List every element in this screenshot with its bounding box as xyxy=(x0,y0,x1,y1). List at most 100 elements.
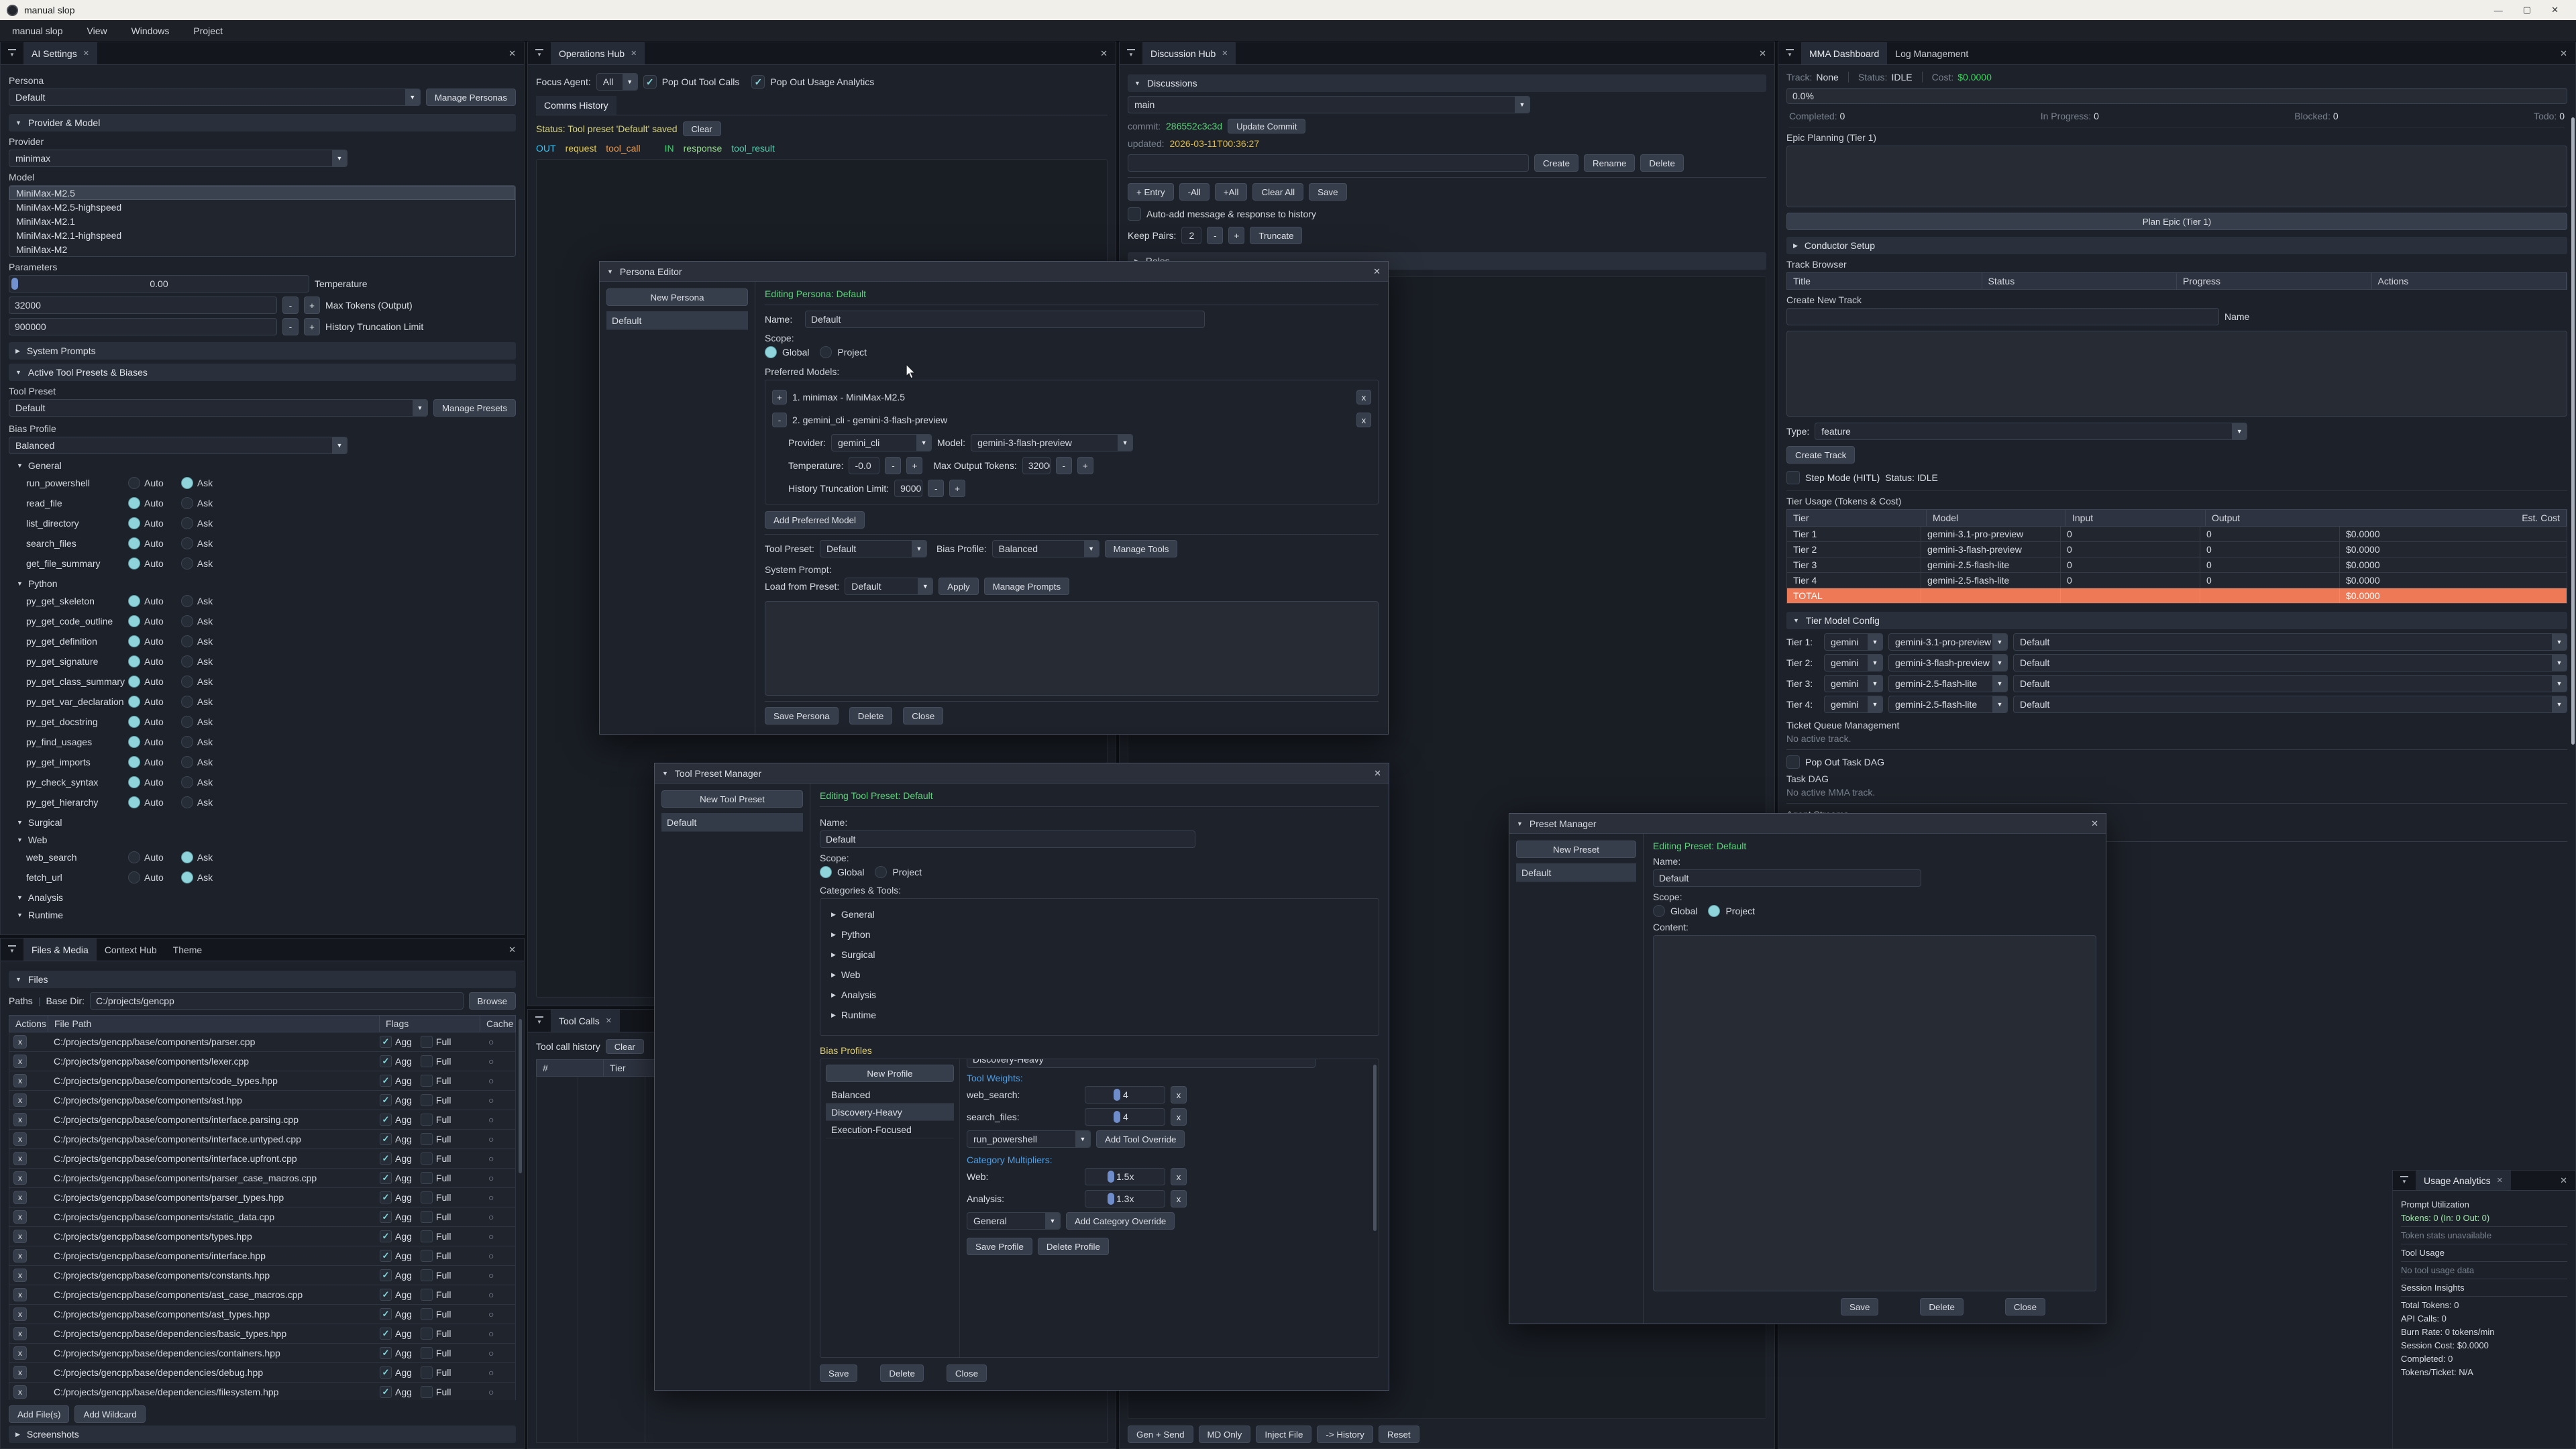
remove-weight-button[interactable]: x xyxy=(1171,1108,1187,1126)
auto-radio[interactable] xyxy=(128,696,140,708)
persona-editor-titlebar[interactable]: Persona Editor xyxy=(600,262,1388,282)
agg-checkbox[interactable] xyxy=(380,1347,392,1359)
slider-thumb[interactable] xyxy=(1108,1171,1114,1183)
tier-model-dropdown[interactable]: gemini-2.5-flash-lite xyxy=(1888,675,2008,692)
minimize-icon[interactable] xyxy=(2494,5,2503,15)
auto-radio[interactable] xyxy=(128,635,140,647)
menu-item[interactable]: View xyxy=(87,25,107,36)
tier-preset-dropdown[interactable]: Default xyxy=(2013,633,2567,651)
slider-thumb[interactable] xyxy=(1114,1111,1120,1123)
ask-radio[interactable] xyxy=(181,756,193,768)
agg-checkbox[interactable] xyxy=(380,1191,392,1203)
reorder-model-button[interactable]: + xyxy=(772,390,787,405)
auto-radio[interactable] xyxy=(128,557,140,570)
remove-model-button[interactable]: x xyxy=(1356,413,1371,427)
agg-checkbox[interactable] xyxy=(380,1152,392,1165)
pref-temperature-input[interactable]: -0.0 xyxy=(849,457,879,474)
remove-file-button[interactable]: x xyxy=(13,1366,27,1379)
add-preferred-model-button[interactable]: Add Preferred Model xyxy=(765,511,865,529)
auto-radio[interactable] xyxy=(128,595,140,607)
keep-pairs-input[interactable]: 2 xyxy=(1181,227,1201,244)
max-output-decrement-button[interactable]: - xyxy=(1056,457,1072,474)
discussion-action-button[interactable]: Gen + Send xyxy=(1128,1426,1193,1443)
truncate-button[interactable]: Truncate xyxy=(1250,227,1302,244)
close-panel-icon[interactable] xyxy=(1100,48,1108,59)
browse-button[interactable]: Browse xyxy=(469,992,516,1010)
ask-radio[interactable] xyxy=(181,776,193,788)
add-files-button[interactable]: Add File(s) xyxy=(9,1405,69,1423)
full-checkbox[interactable] xyxy=(421,1152,433,1165)
create-discussion-button[interactable]: Create xyxy=(1534,154,1578,172)
multiplier-slider[interactable]: 1.5x xyxy=(1085,1168,1165,1185)
plan-epic-button[interactable]: Plan Epic (Tier 1) xyxy=(1786,213,2567,230)
full-checkbox[interactable] xyxy=(421,1230,433,1242)
pref-model-dropdown[interactable]: gemini-3-flash-preview xyxy=(971,434,1133,451)
agg-checkbox[interactable] xyxy=(380,1133,392,1145)
active-tool-presets-section-header[interactable]: Active Tool Presets & Biases xyxy=(9,364,516,381)
remove-file-button[interactable]: x xyxy=(13,1307,27,1321)
bias-box-scrollbar[interactable] xyxy=(1373,1065,1377,1231)
history-decrement-button[interactable]: - xyxy=(928,480,944,497)
tool-group-header[interactable]: General xyxy=(9,458,516,473)
temp-decrement-button[interactable]: - xyxy=(885,457,901,474)
discussion-select-dropdown[interactable]: main xyxy=(1128,96,1530,113)
ask-radio[interactable] xyxy=(181,595,193,607)
ask-radio[interactable] xyxy=(181,676,193,688)
ask-radio[interactable] xyxy=(181,655,193,667)
tool-preset-manager-titlebar[interactable]: Tool Preset Manager xyxy=(655,763,1389,784)
ask-radio[interactable] xyxy=(181,736,193,748)
max-tokens-input[interactable]: 32000 xyxy=(9,297,277,314)
close-window-icon[interactable] xyxy=(2091,818,2098,829)
max-tokens-decrement-button[interactable]: - xyxy=(282,297,299,314)
delete-profile-button[interactable]: Delete Profile xyxy=(1038,1238,1109,1255)
category-row[interactable]: Web xyxy=(824,965,1375,985)
add-tool-override-button[interactable]: Add Tool Override xyxy=(1096,1130,1185,1148)
remove-file-button[interactable]: x xyxy=(13,1152,27,1165)
pref-provider-dropdown[interactable]: gemini_cli xyxy=(831,434,932,451)
auto-radio[interactable] xyxy=(128,756,140,768)
step-mode-checkbox[interactable] xyxy=(1786,471,1800,484)
dock-menu-icon[interactable] xyxy=(528,42,551,64)
full-checkbox[interactable] xyxy=(421,1036,433,1048)
preset-manager-titlebar[interactable]: Preset Manager xyxy=(1509,814,2106,834)
pref-max-output-input[interactable]: 32000 xyxy=(1022,457,1051,474)
ask-radio[interactable] xyxy=(181,557,193,570)
bias-profile-dropdown[interactable]: Balanced xyxy=(9,437,347,454)
remove-file-button[interactable]: x xyxy=(13,1269,27,1282)
temperature-slider[interactable]: 0.00 xyxy=(9,275,309,292)
entry-action-button[interactable]: -All xyxy=(1179,183,1210,201)
full-checkbox[interactable] xyxy=(421,1289,433,1301)
full-checkbox[interactable] xyxy=(421,1328,433,1340)
dock-menu-icon[interactable] xyxy=(1,938,23,961)
remove-file-button[interactable]: x xyxy=(13,1074,27,1087)
auto-radio[interactable] xyxy=(128,537,140,549)
bias-profile-item[interactable]: Discovery-Heavy xyxy=(826,1104,954,1121)
ask-radio[interactable] xyxy=(181,537,193,549)
weight-slider[interactable]: 4 xyxy=(1085,1086,1165,1104)
discussion-action-button[interactable]: Inject File xyxy=(1256,1426,1311,1443)
agg-checkbox[interactable] xyxy=(380,1036,392,1048)
manage-presets-button[interactable]: Manage Presets xyxy=(433,399,516,417)
update-commit-button[interactable]: Update Commit xyxy=(1228,119,1305,133)
close-window-icon[interactable] xyxy=(1373,266,1381,277)
multiplier-slider[interactable]: 1.3x xyxy=(1085,1190,1165,1208)
track-type-dropdown[interactable]: feature xyxy=(1815,423,2247,440)
tool-preset-name-input[interactable]: Default xyxy=(820,830,1195,848)
add-wildcard-button[interactable]: Add Wildcard xyxy=(74,1405,145,1423)
save-profile-button[interactable]: Save Profile xyxy=(967,1238,1032,1255)
auto-radio[interactable] xyxy=(128,796,140,808)
full-checkbox[interactable] xyxy=(421,1308,433,1320)
remove-file-button[interactable]: x xyxy=(13,1171,27,1185)
tier-preset-dropdown[interactable]: Default xyxy=(2013,654,2567,672)
weight-slider[interactable]: 4 xyxy=(1085,1108,1165,1126)
close-panel-icon[interactable] xyxy=(508,48,516,59)
close-window-icon[interactable] xyxy=(1374,768,1381,779)
agg-checkbox[interactable] xyxy=(380,1366,392,1379)
discussions-section-header[interactable]: Discussions xyxy=(1128,74,1766,92)
category-row[interactable]: Python xyxy=(824,924,1375,945)
tool-group-header[interactable]: Surgical xyxy=(9,815,516,830)
ask-radio[interactable] xyxy=(181,696,193,708)
tier-provider-dropdown[interactable]: gemini xyxy=(1824,675,1883,692)
system-prompts-section-header[interactable]: System Prompts xyxy=(9,342,516,360)
close-button[interactable]: Close xyxy=(947,1364,987,1382)
